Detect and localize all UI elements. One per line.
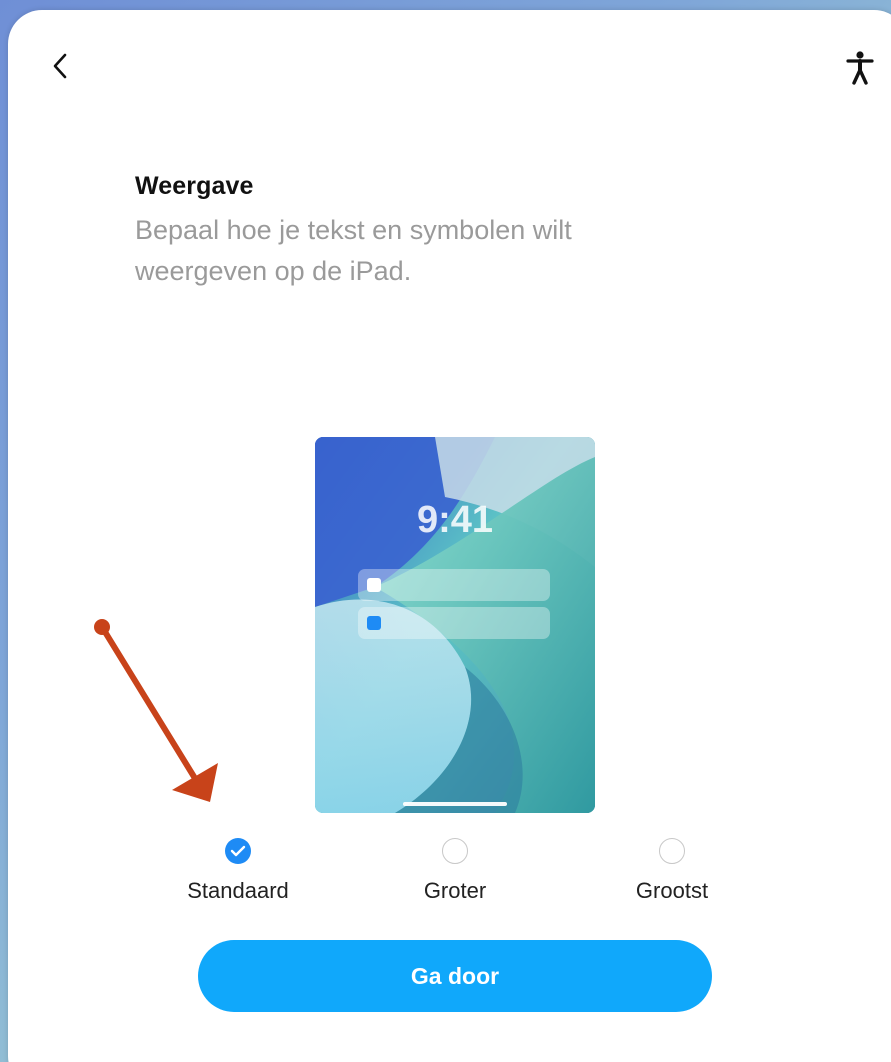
lockscreen-clock: 9:41 xyxy=(416,499,494,541)
notification-app-icon xyxy=(367,578,381,592)
option-label: Groter xyxy=(423,878,487,903)
chevron-left-icon xyxy=(53,53,67,79)
option-label: Standaard xyxy=(187,878,289,903)
ipad-preview: 9:41 xyxy=(315,437,595,813)
radio-groter[interactable] xyxy=(442,838,468,864)
back-button[interactable] xyxy=(40,46,80,86)
option-grootst[interactable]: Grootst xyxy=(592,838,752,904)
continue-button[interactable]: Ga door xyxy=(198,940,712,1012)
radio-standaard[interactable] xyxy=(225,838,251,864)
notification-placeholder-2 xyxy=(358,607,550,639)
page-title: Weergave xyxy=(135,172,254,200)
notification-app-icon xyxy=(367,616,381,630)
option-label: Grootst xyxy=(635,878,709,903)
option-groter[interactable]: Groter xyxy=(375,838,535,904)
accessibility-person-icon xyxy=(846,51,874,85)
notification-placeholder-1 xyxy=(358,569,550,601)
option-standaard[interactable]: Standaard xyxy=(158,838,318,904)
radio-grootst[interactable] xyxy=(659,838,685,864)
accessibility-button[interactable] xyxy=(838,46,882,90)
checkmark-icon xyxy=(230,845,246,857)
home-indicator xyxy=(403,802,507,806)
page-subtitle: Bepaal hoe je tekst en symbolen wilt wee… xyxy=(135,215,572,286)
